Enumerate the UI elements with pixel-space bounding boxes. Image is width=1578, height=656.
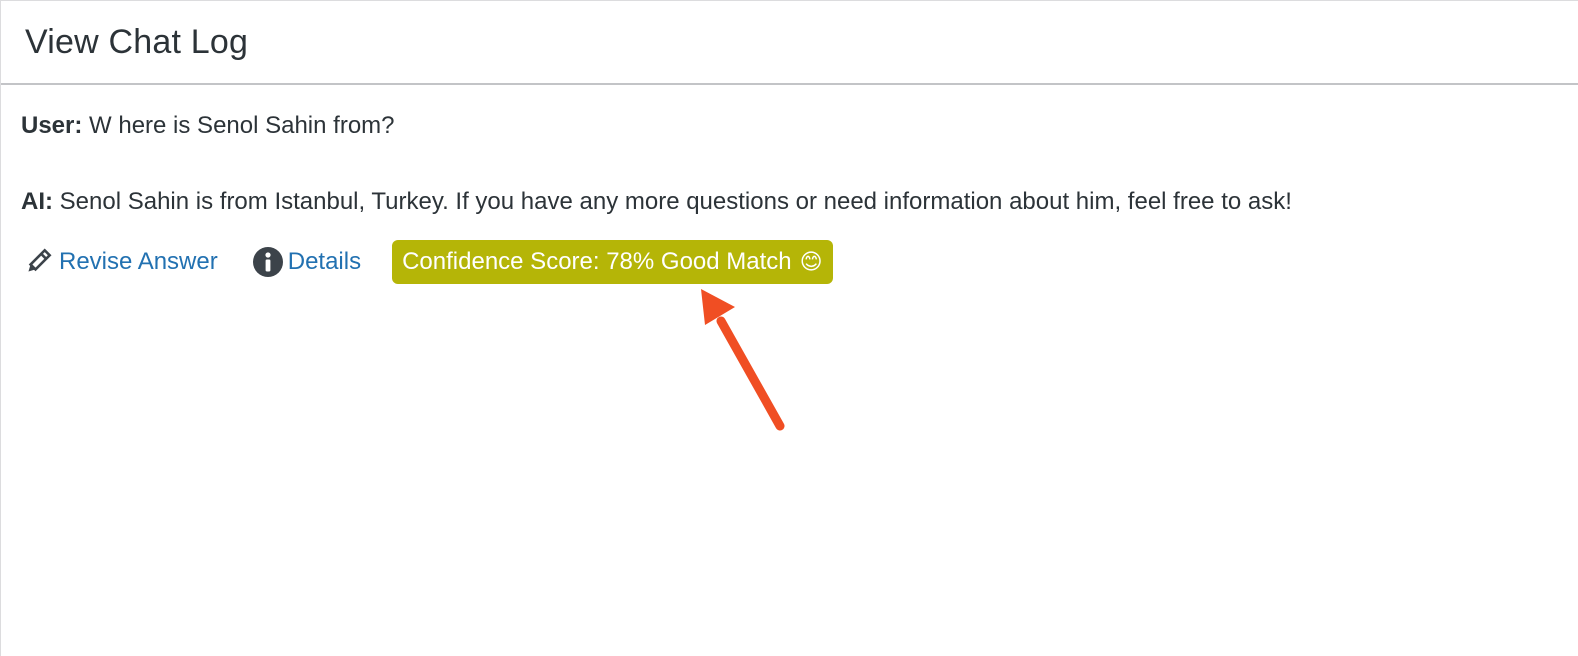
user-message: User: W here is Senol Sahin from? (21, 111, 395, 141)
ai-message: AI: Senol Sahin is from Istanbul, Turkey… (21, 187, 1292, 217)
details-label: Details (287, 248, 362, 275)
smiley-icon: 😊 (799, 249, 823, 274)
info-icon (252, 246, 284, 278)
ai-label: AI: (21, 188, 53, 215)
pencil-icon (23, 247, 53, 277)
panel-header: View Chat Log (1, 1, 1578, 85)
revise-answer-link[interactable]: Revise Answer (23, 247, 218, 277)
annotation-arrow-icon (701, 289, 785, 431)
confidence-score-badge: Confidence Score: 78% Good Match 😊 (392, 240, 833, 284)
revise-answer-label: Revise Answer (59, 248, 218, 275)
message-actions: Revise Answer Details Confidence Score: … (23, 239, 833, 285)
user-message-text: W here is Senol Sahin from? (89, 112, 395, 139)
user-label: User: (21, 112, 83, 139)
chat-log-panel: View Chat Log User: W here is Senol Sahi… (0, 0, 1578, 656)
confidence-score-text: Confidence Score: 78% Good Match (402, 248, 792, 275)
details-link[interactable]: Details (252, 246, 361, 278)
page-title: View Chat Log (25, 22, 249, 61)
ai-message-text: Senol Sahin is from Istanbul, Turkey. If… (59, 188, 1292, 215)
